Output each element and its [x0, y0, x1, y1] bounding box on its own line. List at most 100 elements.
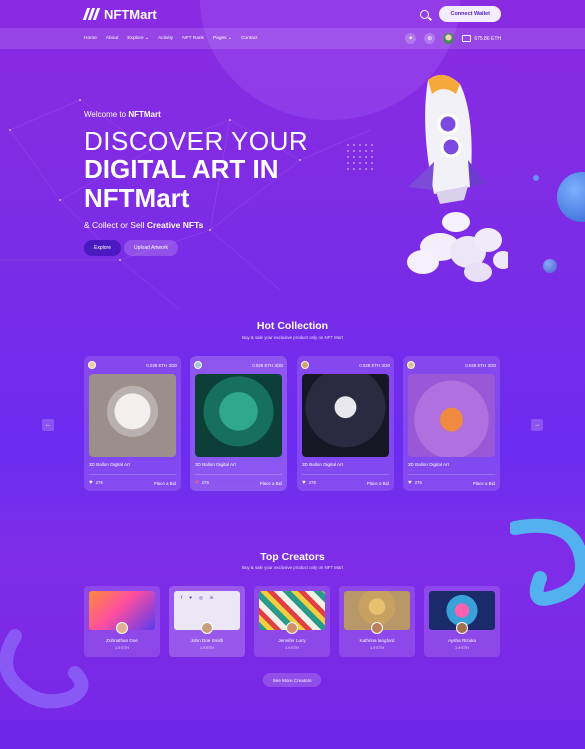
creator-card[interactable]: Zohnathan Doe 1.9 ETH — [84, 586, 160, 657]
nft-card[interactable]: 0.028 ETH 3/20 3D Ballon Digital Art ♥ 27… — [297, 356, 394, 491]
creator-avatar — [116, 622, 128, 634]
place-bid-link[interactable]: Place a Bid — [260, 481, 282, 486]
nav-item-explore-label: Explore — [127, 36, 144, 41]
creator-avatar — [88, 361, 96, 369]
top-creators-title: Top Creators — [260, 551, 325, 563]
card-price: 0.028 ETH 3/20 — [359, 362, 390, 368]
like-count-text: 276 — [414, 480, 422, 485]
top-bar: NFTMart Connect Wallet — [0, 0, 585, 28]
nav-item-pages-label: Pages — [212, 36, 227, 41]
see-more-creators-button[interactable]: See More Creators — [263, 673, 321, 687]
hero-welcome: Welcome to NFTMart — [84, 110, 161, 119]
like-count[interactable]: ♥ 276 — [302, 480, 316, 486]
like-count-text: 276 — [308, 480, 316, 485]
nft-image[interactable] — [89, 374, 176, 457]
facebook-icon[interactable]: f — [181, 595, 182, 601]
chevron-down-icon: ⌄ — [227, 36, 232, 41]
top-creators-subtitle: Buy & sale your exclusive product only o… — [242, 565, 343, 570]
creator-eth: 1.9 ETH — [455, 646, 469, 650]
like-count[interactable]: ♥ 276 — [89, 480, 103, 486]
nav-item-nft-rank[interactable]: NFT Rank — [182, 36, 204, 41]
planet-small — [543, 259, 557, 273]
upload-artwork-button[interactable]: Upload Artwork — [124, 240, 178, 256]
cart-icon[interactable]: ⊕ — [424, 33, 436, 44]
creator-card[interactable]: Jennifer Lucy 1.9 ETH — [254, 586, 330, 657]
card-price: 0.028 ETH 3/20 — [465, 362, 496, 368]
carousel-next-button[interactable]: → — [531, 419, 543, 431]
place-bid-link[interactable]: Place a Bid — [154, 481, 176, 486]
place-bid-link[interactable]: Place a Bid — [367, 481, 389, 486]
nav-menu: Home About Explore ⌄ Activity NFT Rank P… — [84, 36, 258, 41]
creator-avatar — [301, 361, 309, 369]
card-footer: ♥ 276 Place a Bid — [302, 480, 389, 486]
notification-icon[interactable]: ✦ — [405, 33, 417, 44]
rocket-illustration — [407, 74, 508, 282]
hero-subtitle: & Collect or Sell Creative NFTs — [84, 220, 203, 230]
creator-avatar — [407, 361, 415, 369]
creator-eth: 1.9 ETH — [200, 646, 214, 650]
card-price: 0.028 ETH 3/20 — [252, 362, 283, 368]
nft-card[interactable]: 0.028 ETH 3/20 3D Ballon Digital Art ♥ 27… — [84, 356, 181, 491]
creator-eth: 1.9 ETH — [115, 646, 129, 650]
card-header: 0.028 ETH 3/20 — [194, 360, 283, 370]
chevron-down-icon: ⌄ — [144, 36, 149, 41]
creator-name: John Doe Smith — [190, 638, 224, 643]
creator-avatar — [194, 361, 202, 369]
swirl-decoration — [0, 629, 89, 709]
nft-image[interactable] — [302, 374, 389, 457]
avatar[interactable] — [443, 33, 455, 44]
hero-heading-line3: NFTMart — [84, 183, 190, 213]
card-footer: ♥ 276 Place a Bid — [195, 480, 282, 486]
place-bid-link[interactable]: Place a Bid — [473, 481, 495, 486]
creator-name: Aysha Rizuka — [447, 638, 476, 643]
heart-icon: ♥ — [408, 480, 412, 486]
balance-text: 675.86 ETH — [474, 35, 501, 42]
nav-item-explore[interactable]: Explore ⌄ — [127, 36, 149, 41]
creator-eth: 1.9 ETH — [370, 646, 384, 650]
like-count[interactable]: ♥ 276 — [195, 480, 209, 486]
twitter-icon[interactable]: ♥ — [189, 595, 192, 601]
explore-button[interactable]: Explore — [84, 240, 121, 256]
instagram-icon[interactable]: ◎ — [199, 595, 203, 601]
creator-card[interactable]: f ♥ ◎ in John Doe Smith 1.9 ETH — [169, 586, 245, 657]
card-footer: ♥ 276 Place a Bid — [408, 480, 495, 486]
hot-collection-subtitle: Buy & sale your exclusive product only o… — [242, 335, 343, 340]
wallet-balance[interactable]: 675.86 ETH — [462, 35, 501, 42]
carousel-prev-button[interactable]: ← — [42, 419, 54, 431]
nav-item-activity[interactable]: Activity — [158, 36, 173, 41]
creator-name: Jennifer Lucy — [278, 638, 306, 643]
nft-card[interactable]: 0.028 ETH 3/20 3D Ballon Digital Art ♥ 27… — [403, 356, 500, 491]
linkedin-icon[interactable]: in — [210, 595, 214, 601]
welcome-prefix: Welcome to — [84, 110, 127, 119]
welcome-brand: NFTMart — [128, 110, 161, 119]
nav-item-home[interactable]: Home — [84, 36, 97, 41]
heart-icon: ♥ — [89, 480, 93, 486]
card-divider — [195, 474, 282, 475]
heart-icon: ♥ — [195, 480, 199, 486]
card-price: 0.028 ETH 3/20 — [146, 362, 177, 368]
social-links: f ♥ ◎ in — [181, 595, 213, 601]
nft-image[interactable] — [195, 374, 282, 457]
nav-item-about[interactable]: About — [106, 36, 119, 41]
hero-subtitle-prefix: & Collect or Sell — [84, 220, 145, 230]
card-title: 3D Ballon Digital Art — [302, 462, 343, 467]
page: NFTMart Connect Wallet Home About Explor… — [0, 0, 585, 749]
card-divider — [89, 474, 176, 475]
hero-heading-line2: DIGITAL ART IN — [84, 154, 279, 184]
nft-image[interactable] — [408, 374, 495, 457]
hero-heading-line1: DISCOVER YOUR — [84, 126, 309, 156]
nav-item-pages[interactable]: Pages ⌄ — [213, 36, 232, 41]
like-count-text: 276 — [201, 480, 209, 485]
creator-card[interactable]: Kathrina langford 1.9 ETH — [339, 586, 415, 657]
like-count[interactable]: ♥ 276 — [408, 480, 422, 486]
nav-actions: ✦ ⊕ 675.86 ETH — [405, 33, 501, 44]
search-icon[interactable] — [420, 9, 430, 19]
logo[interactable]: NFTMart — [82, 7, 157, 22]
hero-subtitle-bold: Creative NFTs — [146, 220, 204, 230]
connect-wallet-button[interactable]: Connect Wallet — [439, 6, 501, 22]
dot-grid — [345, 142, 375, 172]
nft-card[interactable]: 0.028 ETH 3/20 3D Ballon Digital Art ♥ 27… — [190, 356, 287, 491]
card-header: 0.028 ETH 3/20 — [301, 360, 390, 370]
creator-card[interactable]: Aysha Rizuka 1.9 ETH — [424, 586, 500, 657]
nav-item-contact[interactable]: Contact — [241, 36, 258, 41]
